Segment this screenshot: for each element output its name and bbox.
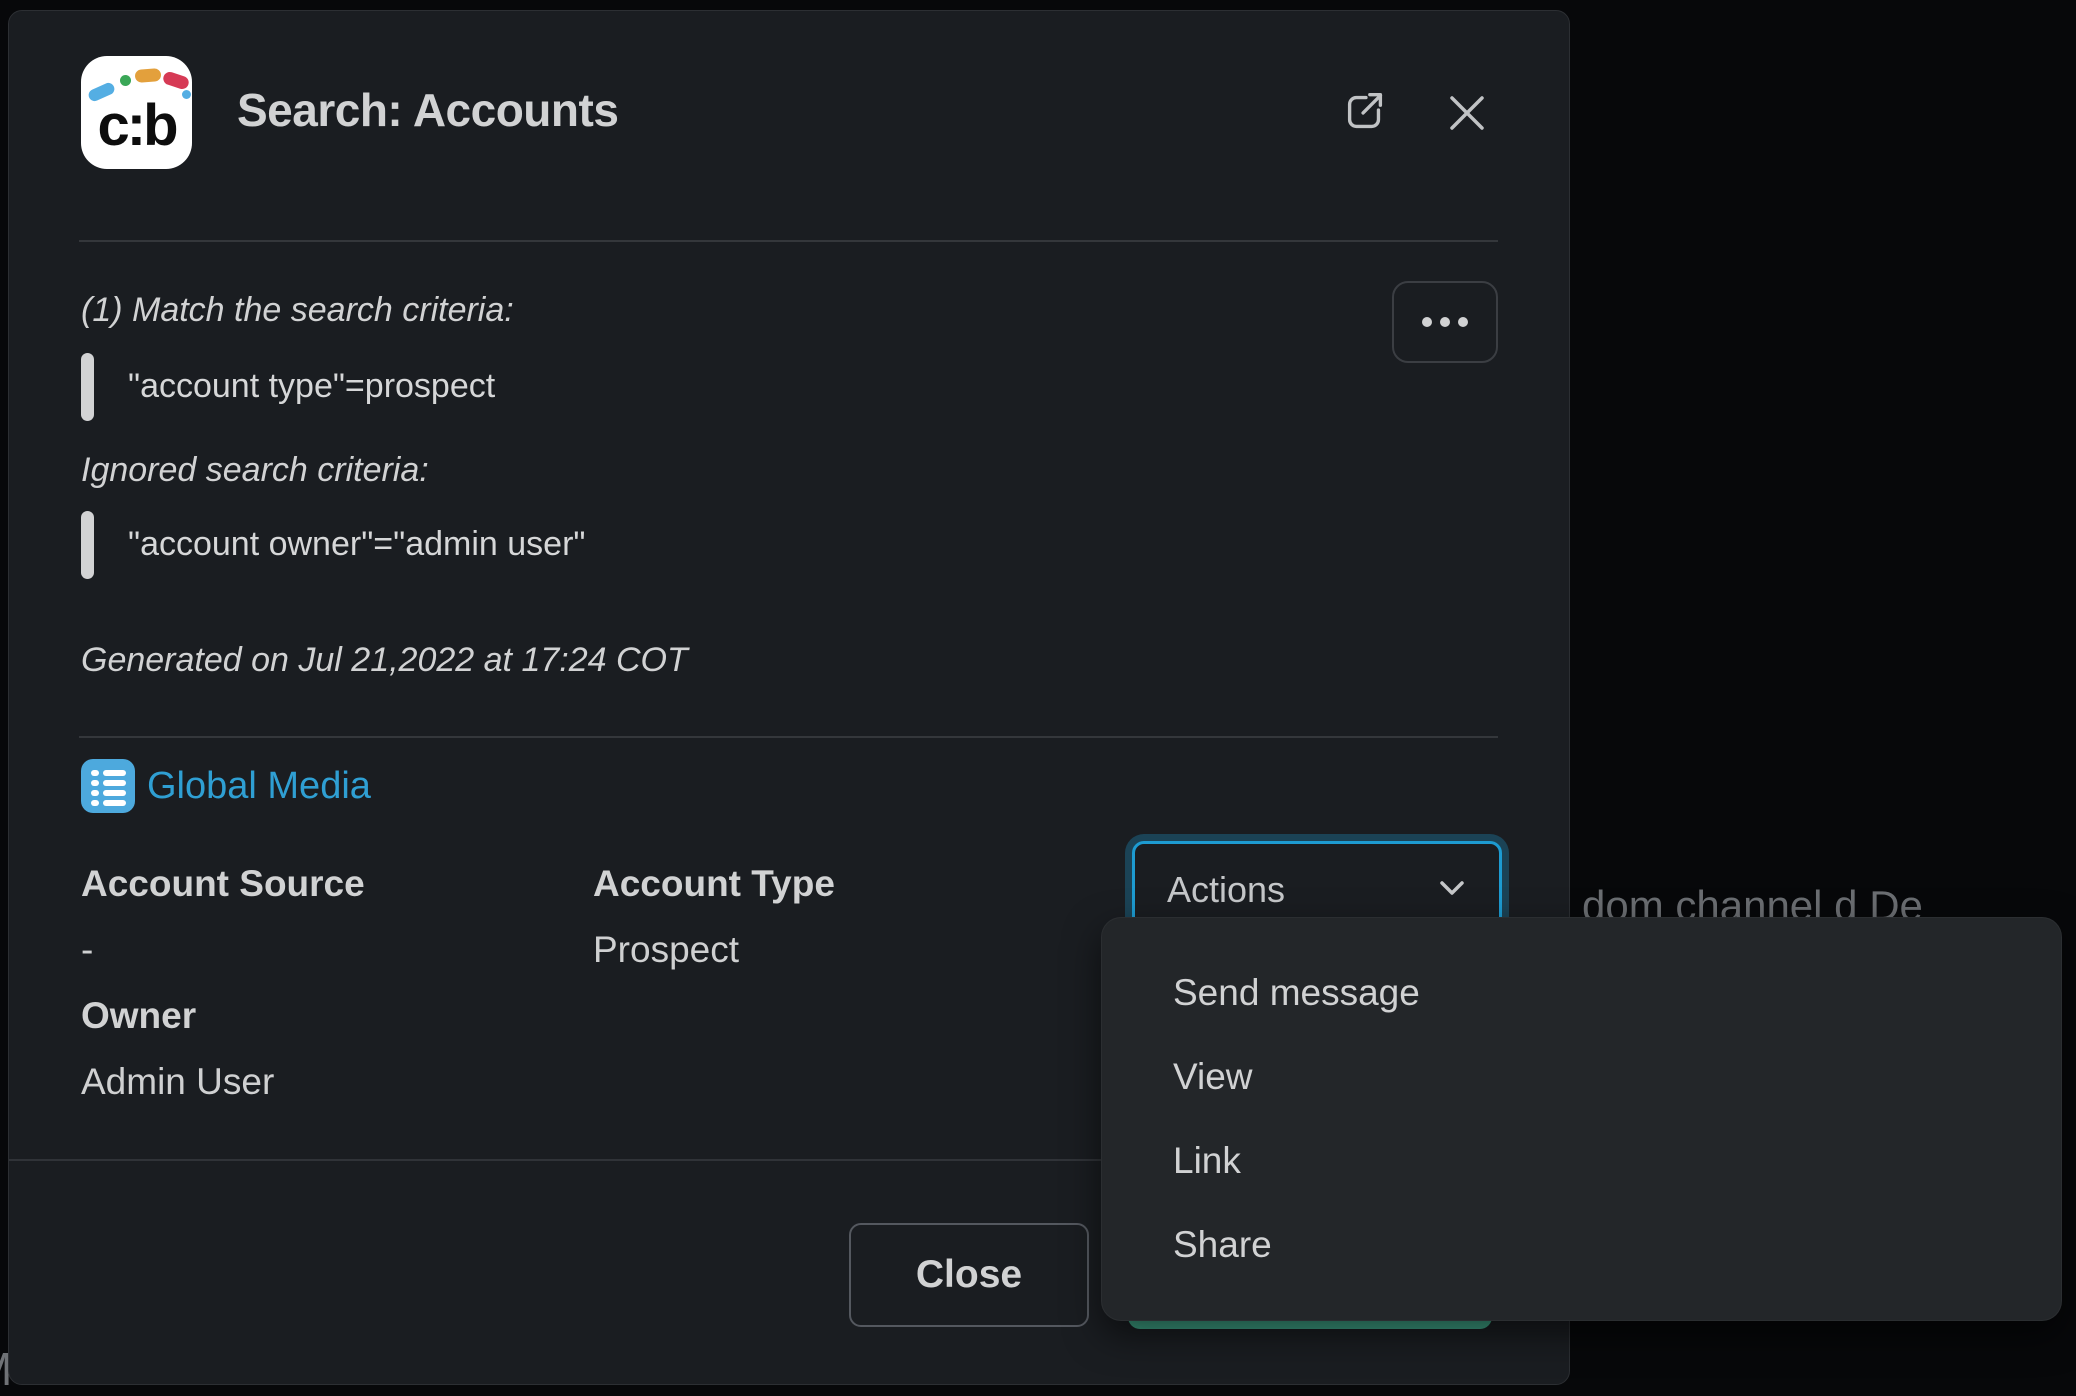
- close-button-x[interactable]: [1441, 89, 1493, 141]
- chevron-down-icon: [1439, 880, 1465, 901]
- list-icon: [81, 759, 135, 813]
- menu-item-link[interactable]: Link: [1102, 1124, 2061, 1198]
- app-logo: c:b: [81, 56, 192, 169]
- field-label-account-source: Account Source: [81, 863, 365, 905]
- ignored-criteria-quote: "account owner"="admin user": [128, 525, 585, 564]
- logo-dash-red: [162, 70, 191, 90]
- ignored-criteria-line: Ignored search criteria:: [81, 451, 429, 490]
- match-criteria-line: (1) Match the search criteria:: [81, 291, 514, 330]
- section-divider: [79, 736, 1498, 738]
- logo-dot-green: [120, 75, 131, 86]
- open-external-button[interactable]: [1339, 87, 1391, 139]
- header-divider: [79, 240, 1498, 242]
- logo-dash-amber: [135, 68, 162, 83]
- record-link-global-media[interactable]: Global Media: [81, 759, 371, 813]
- menu-item-view[interactable]: View: [1102, 1040, 2061, 1114]
- dialog-title: Search: Accounts: [237, 83, 618, 137]
- message-overflow-button[interactable]: [1392, 281, 1498, 363]
- menu-item-send-message[interactable]: Send message: [1102, 956, 2061, 1030]
- match-criteria-quote: "account type"=prospect: [128, 367, 495, 406]
- menu-item-share[interactable]: Share: [1102, 1208, 2061, 1282]
- close-icon: [1444, 90, 1490, 141]
- field-label-account-type: Account Type: [593, 863, 835, 905]
- overflow-dots-icon: [1422, 317, 1468, 327]
- actions-dropdown-label: Actions: [1167, 869, 1285, 911]
- close-button[interactable]: Close: [849, 1223, 1089, 1327]
- actions-dropdown-menu: Send message View Link Share: [1101, 917, 2062, 1321]
- generated-timestamp-line: Generated on Jul 21,2022 at 17:24 COT: [81, 641, 688, 680]
- blockquote-bar: [81, 511, 94, 579]
- record-link-label: Global Media: [147, 765, 371, 808]
- external-link-icon: [1340, 86, 1390, 141]
- field-label-owner: Owner: [81, 995, 196, 1037]
- app-logo-text: c:b: [81, 92, 192, 159]
- field-value-account-type: Prospect: [593, 929, 739, 971]
- blockquote-bar: [81, 353, 94, 421]
- field-value-account-source: -: [81, 929, 93, 971]
- field-value-owner: Admin User: [81, 1061, 274, 1103]
